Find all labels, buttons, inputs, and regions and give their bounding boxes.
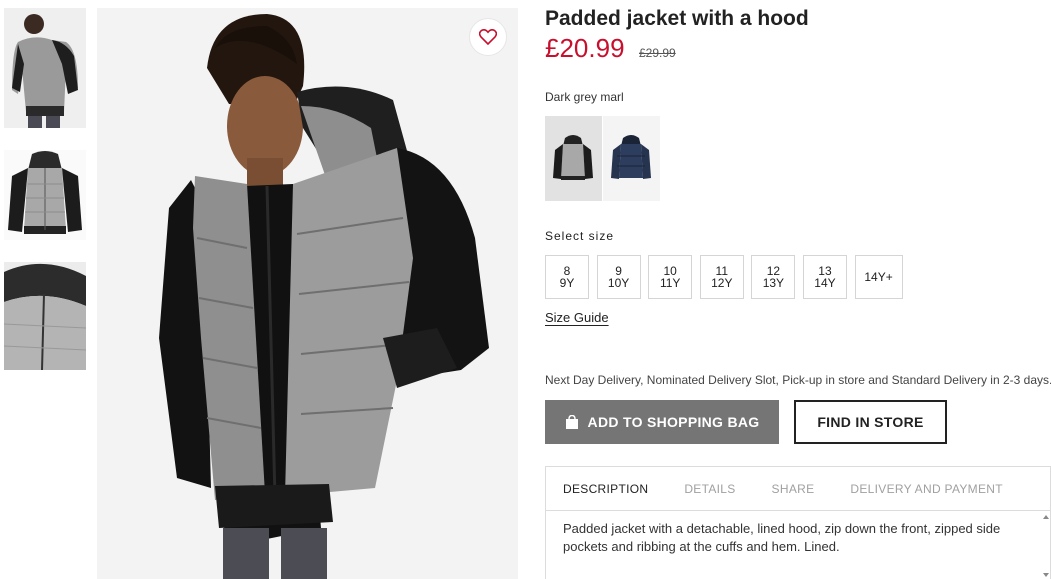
model-thumbnail-image bbox=[4, 8, 86, 128]
product-tabs: DESCRIPTION DETAILS SHARE DELIVERY AND P… bbox=[545, 466, 1051, 579]
heart-icon bbox=[479, 29, 497, 45]
favourite-button[interactable] bbox=[469, 18, 507, 56]
color-swatches bbox=[545, 116, 661, 201]
scrollbar-arrows-icon bbox=[1043, 515, 1049, 577]
product-title: Padded jacket with a hood bbox=[545, 7, 809, 30]
size-option-8-9y[interactable]: 8 9Y bbox=[545, 255, 589, 299]
product-description: Padded jacket with a detachable, lined h… bbox=[563, 521, 1001, 554]
delivery-info: Next Day Delivery, Nominated Delivery Sl… bbox=[545, 373, 1051, 387]
grey-jacket-swatch-image bbox=[553, 135, 593, 180]
swatch-grey-black[interactable] bbox=[545, 116, 602, 201]
size-option-9-10y[interactable]: 9 10Y bbox=[596, 255, 641, 299]
size-options: 8 9Y 9 10Y 10 11Y 11 12Y 12 13Y 13 14Y 1… bbox=[545, 255, 910, 299]
thumbnail-list bbox=[4, 8, 86, 392]
swatch-navy[interactable] bbox=[603, 116, 660, 201]
tab-bar: DESCRIPTION DETAILS SHARE DELIVERY AND P… bbox=[546, 467, 1050, 511]
description-scrollbar[interactable] bbox=[1042, 511, 1050, 579]
thumbnail-jacket-detail[interactable] bbox=[4, 262, 86, 370]
main-product-image bbox=[97, 8, 518, 579]
detail-thumbnail-image bbox=[4, 262, 86, 370]
original-price: £29.99 bbox=[639, 46, 676, 60]
add-to-bag-button[interactable]: ADD TO SHOPPING BAG bbox=[545, 400, 779, 444]
size-option-12-13y[interactable]: 12 13Y bbox=[751, 255, 796, 299]
shopping-bag-icon bbox=[565, 415, 578, 429]
thumbnail-model-front[interactable] bbox=[4, 8, 86, 128]
model-jacket-image bbox=[97, 8, 518, 579]
select-size-label: Select size bbox=[545, 229, 615, 243]
size-guide-link[interactable]: Size Guide bbox=[545, 310, 609, 325]
tab-share[interactable]: SHARE bbox=[772, 482, 815, 496]
navy-jacket-swatch-image bbox=[611, 135, 651, 179]
tab-details[interactable]: DETAILS bbox=[684, 482, 735, 496]
product-price: £20.99 bbox=[545, 33, 625, 63]
size-option-11-12y[interactable]: 11 12Y bbox=[699, 255, 744, 299]
tab-delivery-and-payment[interactable]: DELIVERY AND PAYMENT bbox=[850, 482, 1003, 496]
tab-description[interactable]: DESCRIPTION bbox=[563, 482, 648, 496]
selected-color-name: Dark grey marl bbox=[545, 90, 624, 104]
size-option-14y-plus[interactable]: 14Y+ bbox=[854, 255, 903, 299]
jacket-thumbnail-image bbox=[4, 150, 86, 240]
add-to-bag-label: ADD TO SHOPPING BAG bbox=[587, 414, 760, 430]
size-option-13-14y[interactable]: 13 14Y bbox=[802, 255, 847, 299]
thumbnail-jacket-front[interactable] bbox=[4, 150, 86, 240]
find-in-store-button[interactable]: FIND IN STORE bbox=[794, 400, 947, 444]
size-option-10-11y[interactable]: 10 11Y bbox=[648, 255, 693, 299]
